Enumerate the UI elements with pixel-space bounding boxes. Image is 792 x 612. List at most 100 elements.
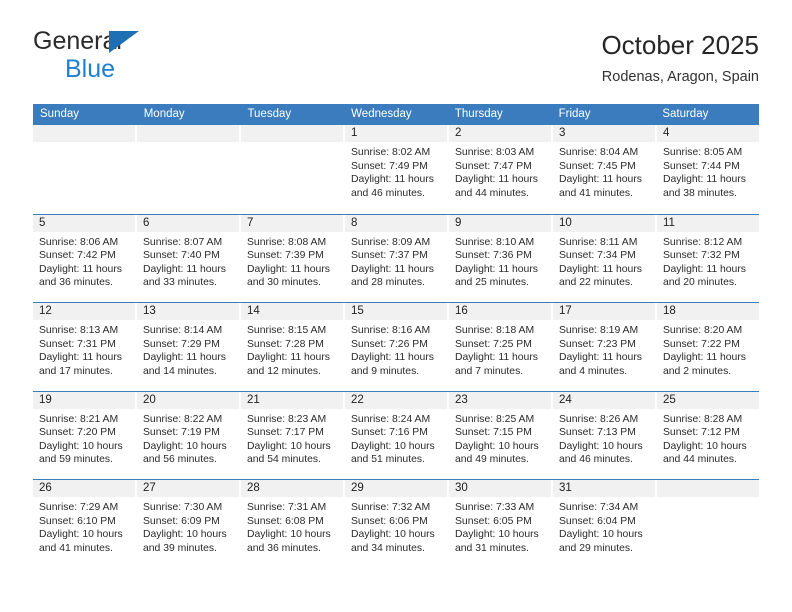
- day-number: 31: [553, 480, 655, 497]
- daylight-text-line2: and 30 minutes.: [247, 277, 321, 289]
- day-cell[interactable]: 29 Sunrise: 7:32 AM Sunset: 6:06 PM Dayligh…: [345, 480, 449, 568]
- day-cell[interactable]: 20 Sunrise: 8:22 AM Sunset: 7:19 PM Dayligh…: [137, 391, 241, 479]
- day-number: 5: [33, 214, 135, 232]
- sunset-text: Sunset: 7:31 PM: [39, 338, 116, 350]
- day-number: 28: [241, 480, 343, 497]
- calendar-week-row: 12 Sunrise: 8:13 AM Sunset: 7:31 PM Dayligh…: [33, 302, 759, 391]
- sunset-text: Sunset: 7:28 PM: [247, 338, 324, 350]
- sunset-text: Sunset: 7:29 PM: [143, 338, 220, 350]
- sunrise-text: Sunrise: 8:05 AM: [663, 147, 743, 158]
- sunset-text: Sunset: 7:44 PM: [663, 160, 740, 172]
- sunset-text: Sunset: 7:47 PM: [455, 160, 532, 172]
- daylight-text-line1: Daylight: 11 hours: [351, 352, 434, 364]
- sunset-text: Sunset: 7:19 PM: [143, 427, 220, 439]
- daylight-text-line2: and 29 minutes.: [559, 542, 633, 554]
- day-number: 14: [241, 303, 343, 320]
- daylight-text-line1: Daylight: 10 hours: [143, 529, 227, 541]
- daylight-text-line1: Daylight: 11 hours: [143, 352, 226, 364]
- day-cell[interactable]: 8 Sunrise: 8:09 AM Sunset: 7:37 PM Daylight…: [345, 214, 449, 302]
- day-cell[interactable]: 1 Sunrise: 8:02 AM Sunset: 7:49 PM Daylight…: [345, 125, 449, 214]
- day-cell[interactable]: 30 Sunrise: 7:33 AM Sunset: 6:05 PM Dayligh…: [449, 480, 553, 568]
- day-cell[interactable]: 23 Sunrise: 8:25 AM Sunset: 7:15 PM Dayligh…: [449, 391, 553, 479]
- sunrise-text: Sunrise: 8:13 AM: [39, 325, 119, 336]
- day-number: 7: [241, 214, 343, 232]
- day-cell[interactable]: 15 Sunrise: 8:16 AM Sunset: 7:26 PM Dayligh…: [345, 303, 449, 391]
- weekday-header-tuesday: Tuesday: [247, 108, 292, 120]
- day-sun-info: Sunrise: 7:30 AM Sunset: 6:09 PM Daylight:…: [137, 497, 239, 555]
- day-cell[interactable]: 22 Sunrise: 8:24 AM Sunset: 7:16 PM Dayligh…: [345, 391, 449, 479]
- daylight-text-line1: Daylight: 11 hours: [663, 174, 746, 186]
- daylight-text-line2: and 9 minutes.: [351, 365, 420, 377]
- day-cell-empty: [137, 125, 241, 214]
- day-sun-info: Sunrise: 8:09 AM Sunset: 7:37 PM Daylight:…: [345, 232, 447, 290]
- day-cell[interactable]: 18 Sunrise: 8:20 AM Sunset: 7:22 PM Dayligh…: [657, 303, 759, 391]
- day-cell[interactable]: 9 Sunrise: 8:10 AM Sunset: 7:36 PM Daylight…: [449, 214, 553, 302]
- day-cell[interactable]: 21 Sunrise: 8:23 AM Sunset: 7:17 PM Dayligh…: [241, 391, 345, 479]
- sunrise-text: Sunrise: 8:19 AM: [559, 325, 639, 336]
- day-cell[interactable]: 7 Sunrise: 8:08 AM Sunset: 7:39 PM Daylight…: [241, 214, 345, 302]
- sunset-text: Sunset: 7:34 PM: [559, 250, 636, 262]
- sunrise-text: Sunrise: 8:23 AM: [247, 413, 327, 425]
- sunset-text: Sunset: 7:49 PM: [351, 160, 428, 172]
- day-cell[interactable]: 19 Sunrise: 8:21 AM Sunset: 7:20 PM Dayligh…: [33, 391, 137, 479]
- day-number: 23: [449, 391, 551, 409]
- daylight-text-line2: and 59 minutes.: [39, 454, 113, 466]
- day-cell[interactable]: 11 Sunrise: 8:12 AM Sunset: 7:32 PM Dayligh…: [657, 214, 759, 302]
- sunrise-text: Sunrise: 8:26 AM: [559, 413, 639, 425]
- day-number: 17: [553, 303, 655, 320]
- sunrise-text: Sunrise: 8:08 AM: [247, 236, 327, 248]
- day-cell[interactable]: 10 Sunrise: 8:11 AM Sunset: 7:34 PM Dayligh…: [553, 214, 657, 302]
- daylight-text-line1: Daylight: 11 hours: [351, 263, 434, 275]
- day-sun-info: Sunrise: 8:21 AM Sunset: 7:20 PM Daylight:…: [33, 409, 135, 467]
- day-cell[interactable]: 27 Sunrise: 7:30 AM Sunset: 6:09 PM Dayligh…: [137, 480, 241, 568]
- day-number: 26: [33, 480, 135, 497]
- day-number: 22: [345, 391, 447, 409]
- day-sun-info: Sunrise: 8:25 AM Sunset: 7:15 PM Daylight:…: [449, 409, 551, 467]
- sunrise-text: Sunrise: 8:15 AM: [247, 325, 327, 336]
- sunset-text: Sunset: 7:13 PM: [559, 427, 636, 439]
- sunrise-text: Sunrise: 8:07 AM: [143, 236, 223, 248]
- daylight-text-line2: and 34 minutes.: [351, 542, 425, 554]
- calendar-body: 1 Sunrise: 8:02 AM Sunset: 7:49 PM Daylight…: [33, 125, 759, 568]
- day-sun-info: Sunrise: 8:16 AM Sunset: 7:26 PM Daylight:…: [345, 320, 447, 378]
- generalblue-logo[interactable]: General Blue: [33, 28, 263, 83]
- sunset-text: Sunset: 7:25 PM: [455, 338, 532, 350]
- day-cell[interactable]: 4 Sunrise: 8:05 AM Sunset: 7:44 PM Daylight…: [657, 125, 759, 214]
- daylight-text-line2: and 51 minutes.: [351, 454, 425, 466]
- day-cell[interactable]: 28 Sunrise: 7:31 AM Sunset: 6:08 PM Dayligh…: [241, 480, 345, 568]
- daylight-text-line2: and 33 minutes.: [143, 277, 217, 289]
- day-cell[interactable]: 2 Sunrise: 8:03 AM Sunset: 7:47 PM Daylight…: [449, 125, 553, 214]
- daylight-text-line1: Daylight: 11 hours: [455, 174, 538, 186]
- day-cell[interactable]: 12 Sunrise: 8:13 AM Sunset: 7:31 PM Dayligh…: [33, 303, 137, 391]
- day-cell[interactable]: 3 Sunrise: 8:04 AM Sunset: 7:45 PM Daylight…: [553, 125, 657, 214]
- day-cell-empty: [241, 125, 345, 214]
- day-cell[interactable]: 24 Sunrise: 8:26 AM Sunset: 7:13 PM Dayligh…: [553, 391, 657, 479]
- daylight-text-line1: Daylight: 11 hours: [39, 352, 122, 364]
- day-cell[interactable]: 25 Sunrise: 8:28 AM Sunset: 7:12 PM Dayligh…: [657, 391, 759, 479]
- day-cell[interactable]: 26 Sunrise: 7:29 AM Sunset: 6:10 PM Dayligh…: [33, 480, 137, 568]
- day-sun-info: Sunrise: 8:06 AM Sunset: 7:42 PM Daylight:…: [33, 232, 135, 290]
- day-cell[interactable]: 6 Sunrise: 8:07 AM Sunset: 7:40 PM Daylight…: [137, 214, 241, 302]
- day-number: 29: [345, 480, 447, 497]
- sunset-text: Sunset: 6:05 PM: [455, 515, 532, 527]
- daylight-text-line2: and 41 minutes.: [39, 542, 113, 554]
- day-sun-info: Sunrise: 8:04 AM Sunset: 7:45 PM Daylight:…: [553, 142, 655, 200]
- daylight-text-line2: and 31 minutes.: [455, 542, 529, 554]
- day-sun-info: Sunrise: 8:28 AM Sunset: 7:12 PM Daylight:…: [657, 409, 759, 467]
- sunset-text: Sunset: 6:10 PM: [39, 515, 116, 527]
- day-cell[interactable]: 14 Sunrise: 8:15 AM Sunset: 7:28 PM Dayligh…: [241, 303, 345, 391]
- day-cell[interactable]: 5 Sunrise: 8:06 AM Sunset: 7:42 PM Daylight…: [33, 214, 137, 302]
- sunrise-text: Sunrise: 8:09 AM: [351, 236, 431, 248]
- calendar-week-row: 26 Sunrise: 7:29 AM Sunset: 6:10 PM Dayligh…: [33, 479, 759, 568]
- day-cell[interactable]: 31 Sunrise: 7:34 AM Sunset: 6:04 PM Dayligh…: [553, 480, 657, 568]
- day-number: 12: [33, 303, 135, 320]
- daylight-text-line2: and 38 minutes.: [663, 187, 737, 199]
- day-cell[interactable]: 17 Sunrise: 8:19 AM Sunset: 7:23 PM Dayligh…: [553, 303, 657, 391]
- day-sun-info: Sunrise: 8:13 AM Sunset: 7:31 PM Daylight:…: [33, 320, 135, 378]
- daylight-text-line2: and 14 minutes.: [143, 365, 217, 377]
- sunrise-text: Sunrise: 8:18 AM: [455, 325, 535, 336]
- sunrise-text: Sunrise: 8:04 AM: [559, 147, 639, 158]
- day-cell[interactable]: 13 Sunrise: 8:14 AM Sunset: 7:29 PM Dayligh…: [137, 303, 241, 391]
- day-cell[interactable]: 16 Sunrise: 8:18 AM Sunset: 7:25 PM Dayligh…: [449, 303, 553, 391]
- sunset-text: Sunset: 7:45 PM: [559, 160, 636, 172]
